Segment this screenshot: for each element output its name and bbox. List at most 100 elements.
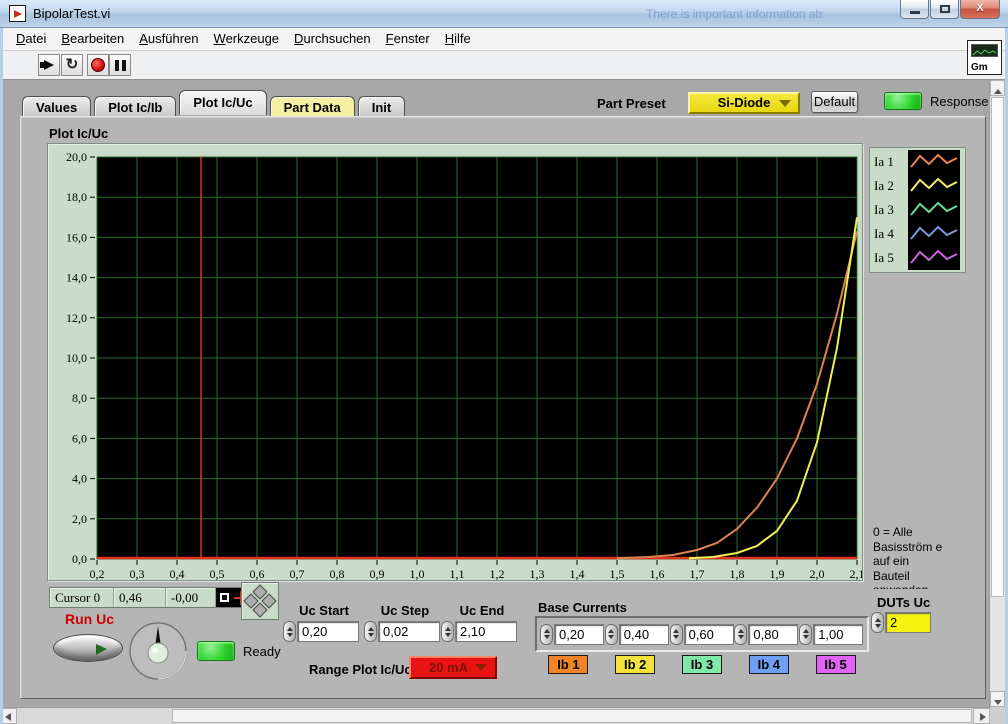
spin-down-icon[interactable]: [803, 635, 809, 639]
svg-text:14,0: 14,0: [66, 271, 87, 285]
spin-down-icon[interactable]: [445, 633, 451, 637]
tab-values[interactable]: Values: [22, 96, 91, 118]
base-current-value-1[interactable]: 0,20: [554, 624, 604, 645]
uc-end-control: Uc End 2,10: [441, 603, 523, 642]
part-preset-select[interactable]: Si-Diode: [688, 92, 800, 114]
menu-item-durchsuchen[interactable]: Durchsuchen: [287, 28, 378, 50]
legend-item[interactable]: Ia 5: [874, 246, 965, 270]
run-button[interactable]: [38, 54, 60, 76]
abort-button[interactable]: [87, 54, 109, 76]
run-uc-button[interactable]: [53, 634, 123, 662]
base-current-spinner[interactable]: [734, 624, 747, 645]
cursor-name[interactable]: Cursor 0: [50, 588, 114, 607]
default-button[interactable]: Default: [811, 91, 858, 113]
spin-up-icon[interactable]: [608, 629, 614, 633]
uc-start-control: Uc Start 0,20: [283, 603, 365, 642]
uc-end-spinner[interactable]: [441, 621, 454, 642]
tab-page-plot-ic-uc: Plot Ic/Uc 0,20,30,40,50,60,70,80,91,01,…: [20, 116, 986, 699]
base-current-spinner[interactable]: [670, 624, 683, 645]
uc-start-value[interactable]: 0,20: [297, 621, 359, 642]
uc-start-spinner[interactable]: [283, 621, 296, 642]
tab-plot-ic-ib[interactable]: Plot Ic/Ib: [94, 96, 176, 118]
uc-step-control: Uc Step 0,02: [364, 603, 446, 642]
spin-down-icon[interactable]: [875, 624, 881, 628]
plot-title: Plot Ic/Uc: [49, 126, 108, 141]
menu-item-bearbeiten[interactable]: Bearbeiten: [54, 28, 131, 50]
vi-connector-icon[interactable]: Gm: [967, 40, 1002, 75]
svg-text:2,0: 2,0: [810, 567, 825, 580]
pause-button[interactable]: [109, 54, 131, 76]
cursor-y-value[interactable]: -0,00: [166, 588, 216, 607]
menu-item-werkzeuge[interactable]: Werkzeuge: [207, 28, 287, 50]
base-current-spinner[interactable]: [540, 624, 553, 645]
spin-up-icon[interactable]: [738, 629, 744, 633]
legend-item[interactable]: Ia 4: [874, 222, 965, 246]
base-current-spinner[interactable]: [799, 624, 812, 645]
range-select[interactable]: 20 mA: [409, 656, 497, 679]
svg-text:2,0: 2,0: [72, 512, 87, 526]
base-current-value-2[interactable]: 0,40: [619, 624, 669, 645]
plot-canvas[interactable]: 0,20,30,40,50,60,70,80,91,01,11,21,31,41…: [48, 144, 862, 580]
spin-down-icon[interactable]: [287, 633, 293, 637]
spin-up-icon[interactable]: [673, 629, 679, 633]
spin-up-icon[interactable]: [368, 627, 374, 631]
maximize-button[interactable]: [930, 0, 959, 19]
base-current-value-4[interactable]: 0,80: [748, 624, 798, 645]
vertical-scrollbar[interactable]: [989, 80, 1005, 707]
base-current-value-5[interactable]: 1,00: [813, 624, 863, 645]
uc-step-spinner[interactable]: [364, 621, 377, 642]
ib-label-4: Ib 4: [749, 655, 789, 674]
tab-part-data[interactable]: Part Data: [270, 96, 355, 118]
uc-end-label: Uc End: [441, 603, 523, 618]
base-current-field-5: 1,00: [799, 624, 864, 645]
uc-end-value[interactable]: 2,10: [455, 621, 517, 642]
tab-init[interactable]: Init: [358, 96, 406, 118]
spin-down-icon[interactable]: [673, 635, 679, 639]
spin-down-icon[interactable]: [544, 635, 550, 639]
legend-item[interactable]: Ia 1: [874, 150, 965, 174]
tab-bar: ValuesPlot Ic/IbPlot Ic/UcPart DataInit: [22, 92, 408, 117]
spin-down-icon[interactable]: [738, 635, 744, 639]
base-current-spinner[interactable]: [605, 624, 618, 645]
scroll-right-button[interactable]: [973, 708, 990, 724]
menu-item-ausführen[interactable]: Ausführen: [132, 28, 205, 50]
spin-up-icon[interactable]: [445, 627, 451, 631]
vertical-scroll-thumb[interactable]: [991, 97, 1004, 597]
tab-plot-ic-uc[interactable]: Plot Ic/Uc: [179, 90, 266, 115]
svg-text:0,4: 0,4: [170, 567, 185, 580]
cursor-move-pad[interactable]: [241, 582, 279, 620]
uc-step-value[interactable]: 0,02: [378, 621, 440, 642]
spin-up-icon[interactable]: [875, 618, 881, 622]
minimize-button[interactable]: [900, 0, 929, 19]
menu-item-hilfe[interactable]: Hilfe: [438, 28, 478, 50]
vi-icon-label: Gm: [971, 62, 988, 73]
horizontal-scrollbar[interactable]: [0, 707, 1008, 724]
plot-legend: Ia 1Ia 2Ia 3Ia 4Ia 5: [869, 147, 966, 273]
dial-knob[interactable]: [127, 620, 189, 682]
window-edge-left: [0, 28, 3, 724]
legend-item[interactable]: Ia 2: [874, 174, 965, 198]
menu-item-datei[interactable]: Datei: [9, 28, 53, 50]
svg-text:2,1: 2,1: [850, 567, 863, 580]
duts-spinner[interactable]: [871, 612, 884, 633]
spin-up-icon[interactable]: [287, 627, 293, 631]
spin-up-icon[interactable]: [544, 629, 550, 633]
base-current-value-3[interactable]: 0,60: [684, 624, 734, 645]
menu-item-fenster[interactable]: Fenster: [379, 28, 437, 50]
cursor-pad-icon: [242, 583, 278, 619]
arrow-down-icon: [994, 700, 1002, 705]
close-button[interactable]: X: [960, 0, 1000, 19]
scroll-up-button[interactable]: [990, 80, 1005, 96]
duts-uc-value[interactable]: 2: [885, 612, 931, 633]
spin-down-icon[interactable]: [368, 633, 374, 637]
scroll-down-button[interactable]: [990, 691, 1005, 707]
ready-label: Ready: [243, 644, 281, 659]
horizontal-scroll-thumb[interactable]: [172, 709, 972, 723]
base-current-field-4: 0,80: [734, 624, 799, 645]
run-continuously-button[interactable]: ↻: [61, 54, 83, 76]
spin-up-icon[interactable]: [803, 629, 809, 633]
title-bar[interactable]: BipolarTest.vi There is important inform…: [0, 0, 1008, 28]
spin-down-icon[interactable]: [608, 635, 614, 639]
legend-item[interactable]: Ia 3: [874, 198, 965, 222]
cursor-x-value[interactable]: 0,46: [114, 588, 166, 607]
